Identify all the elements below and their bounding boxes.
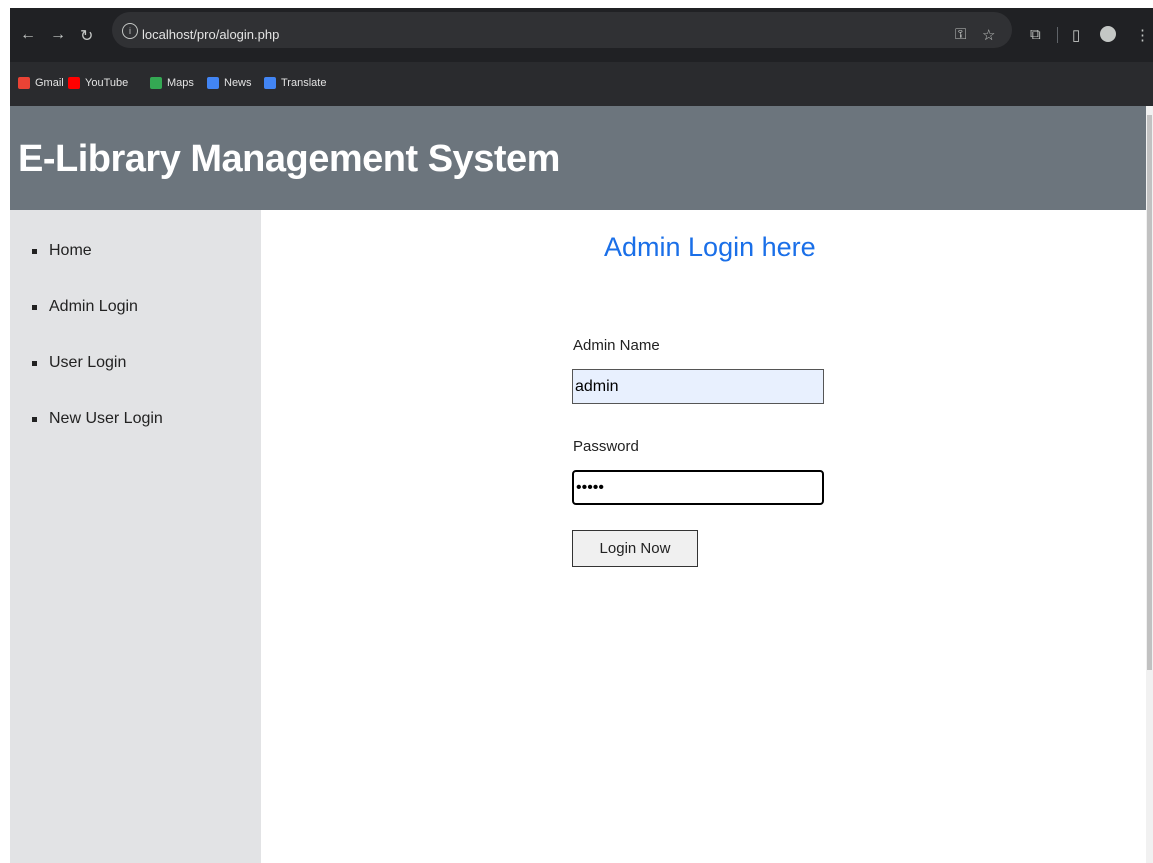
bookmark-star-icon[interactable]: ☆ xyxy=(982,26,995,44)
sidebar-item-label: New User Login xyxy=(49,410,163,427)
password-label: Password xyxy=(573,438,639,455)
side-panel-icon[interactable]: ▯ xyxy=(1072,26,1080,44)
admin-name-input[interactable] xyxy=(572,369,824,404)
login-now-button[interactable]: Login Now xyxy=(572,530,698,567)
maps-icon xyxy=(150,77,162,89)
extensions-icon[interactable]: ⧉ xyxy=(1030,26,1041,43)
site-info-icon[interactable]: i xyxy=(122,23,138,39)
admin-name-label: Admin Name xyxy=(573,337,660,354)
reload-icon[interactable]: ↻ xyxy=(80,26,93,46)
bookmark-label: News xyxy=(224,77,252,89)
window-top-edge xyxy=(10,0,1153,8)
sidebar-item-admin-login[interactable]: Admin Login xyxy=(32,298,138,316)
password-key-icon[interactable]: ⚿ xyxy=(955,26,966,43)
bookmark-label: Gmail xyxy=(35,77,64,89)
bookmark-translate[interactable]: Translate xyxy=(264,75,326,91)
news-icon xyxy=(207,77,219,89)
bookmark-label: Maps xyxy=(167,77,194,89)
back-icon[interactable]: ← xyxy=(20,26,36,44)
bookmark-news[interactable]: News xyxy=(207,75,252,91)
toolbar-divider xyxy=(1057,27,1058,43)
profile-avatar-icon[interactable] xyxy=(1100,26,1116,42)
address-url[interactable]: localhost/pro/alogin.php xyxy=(142,27,279,42)
forward-icon[interactable]: → xyxy=(50,26,66,44)
login-heading: Admin Login here xyxy=(604,232,816,262)
sidebar-item-label: User Login xyxy=(49,354,127,371)
sidebar-item-user-login[interactable]: User Login xyxy=(32,354,126,372)
bookmark-maps[interactable]: Maps xyxy=(150,75,194,91)
gmail-icon xyxy=(18,77,30,89)
bookmark-label: YouTube xyxy=(85,77,129,89)
sidebar-item-new-user-login[interactable]: New User Login xyxy=(32,410,163,428)
bookmark-label: Translate xyxy=(281,77,327,89)
site-title: E-Library Management System xyxy=(18,138,560,180)
youtube-icon xyxy=(68,77,80,89)
sidebar-item-home[interactable]: Home xyxy=(32,242,92,260)
window-left-edge xyxy=(0,0,10,863)
bullet-icon xyxy=(32,416,37,422)
sidebar-item-label: Home xyxy=(49,242,92,259)
bookmark-youtube[interactable]: YouTube xyxy=(68,75,128,91)
password-input[interactable] xyxy=(572,470,824,505)
bullet-icon xyxy=(32,248,37,254)
bullet-icon xyxy=(32,360,37,366)
menu-kebab-icon[interactable]: ⋮ xyxy=(1135,26,1150,44)
scrollbar-thumb[interactable] xyxy=(1147,115,1152,670)
bookmark-gmail[interactable]: Gmail xyxy=(18,75,64,91)
translate-icon xyxy=(264,77,276,89)
bullet-icon xyxy=(32,304,37,310)
sidebar-item-label: Admin Login xyxy=(49,298,138,315)
